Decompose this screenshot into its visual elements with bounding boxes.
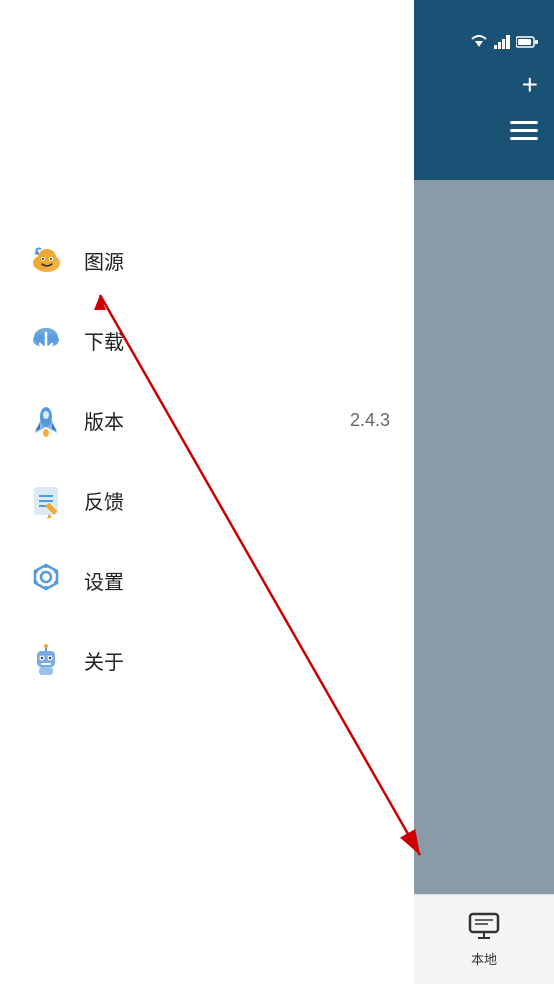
menu-value-version: 2.4.3 — [350, 410, 390, 431]
settings-icon — [24, 558, 68, 602]
menu-label-about: 关于 — [84, 646, 390, 675]
menu-list: 图源 下载 — [0, 220, 414, 700]
menu-label-version: 版本 — [84, 406, 350, 435]
bottom-nav[interactable]: 本地 — [414, 894, 554, 984]
menu-item-download[interactable]: 下载 — [0, 300, 414, 380]
right-panel: + — [414, 0, 554, 984]
menu-item-about[interactable]: 关于 — [0, 620, 414, 700]
tuyuan-icon — [24, 238, 68, 282]
version-icon — [24, 398, 68, 442]
add-button[interactable]: + — [522, 69, 538, 101]
menu-item-settings[interactable]: 设置 — [0, 540, 414, 620]
menu-label-settings: 设置 — [84, 566, 390, 595]
menu-label-feedback: 反馈 — [84, 486, 390, 515]
menu-item-tuyuan[interactable]: 图源 — [0, 220, 414, 300]
menu-label-tuyuan: 图源 — [84, 246, 390, 275]
signal-icon — [494, 35, 510, 49]
menu-item-feedback[interactable]: 反馈 — [0, 460, 414, 540]
download-icon — [24, 318, 68, 362]
menu-item-version[interactable]: 版本 2.4.3 — [0, 380, 414, 460]
about-icon — [24, 638, 68, 682]
battery-icon — [516, 36, 538, 48]
local-icon — [468, 912, 500, 945]
feedback-icon — [24, 478, 68, 522]
bottom-nav-label: 本地 — [471, 949, 497, 968]
menu-label-download: 下载 — [84, 326, 390, 355]
right-panel-header: + — [414, 0, 554, 180]
wifi-icon — [470, 35, 488, 49]
hamburger-menu[interactable] — [510, 121, 538, 140]
